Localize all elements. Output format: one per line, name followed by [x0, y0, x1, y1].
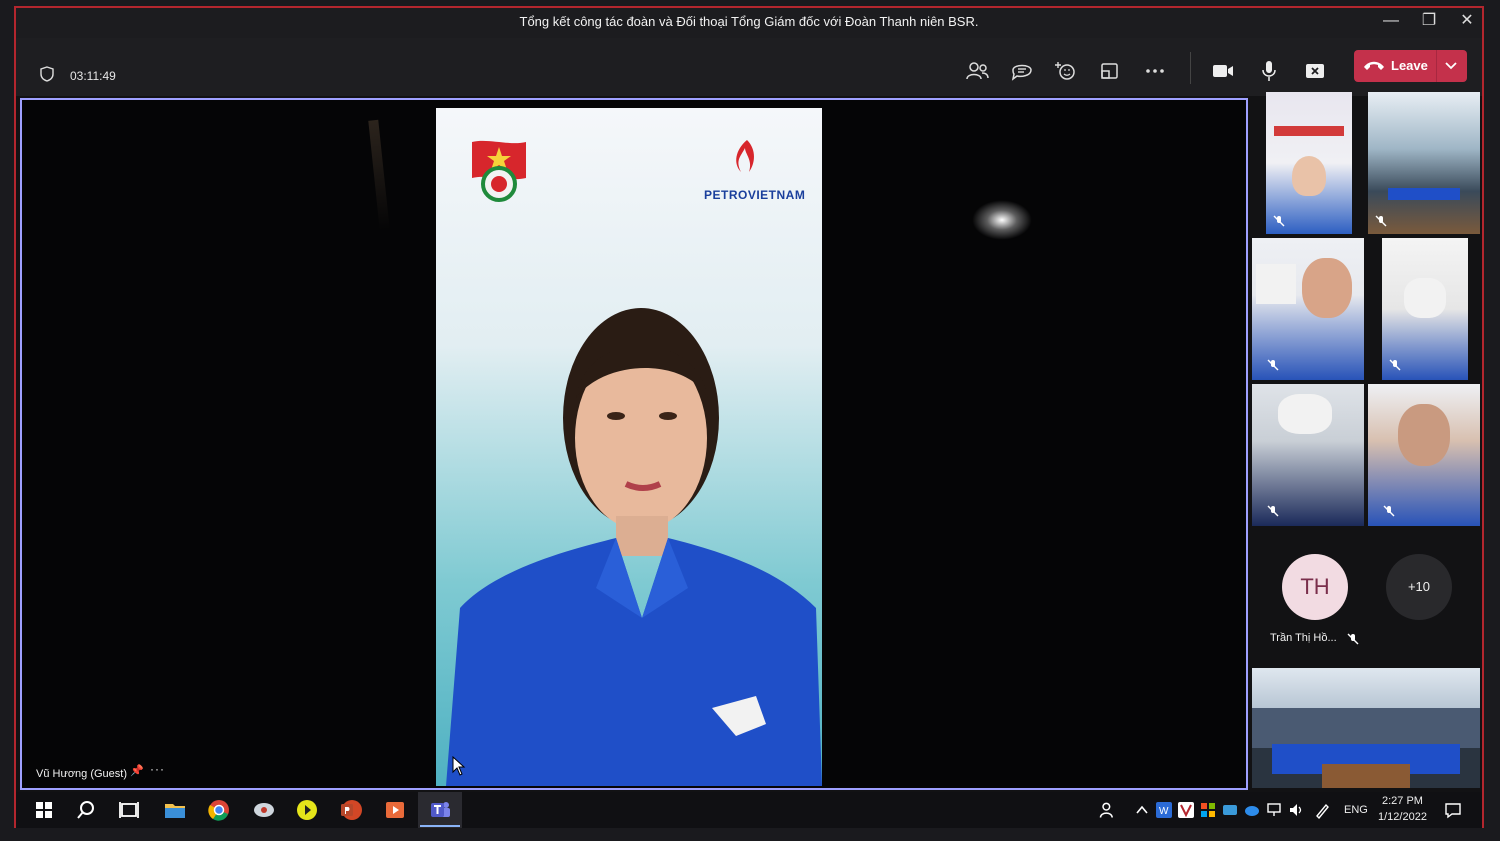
participant-mask — [1404, 278, 1446, 318]
mic-off-icon — [1273, 215, 1285, 227]
mouse-cursor-icon — [452, 756, 466, 776]
network-icon[interactable] — [1266, 802, 1282, 818]
cloud-icon[interactable] — [1244, 802, 1260, 818]
speaker-more-button[interactable]: ··· — [150, 762, 165, 776]
participant-tile[interactable] — [1368, 92, 1480, 234]
task-view-icon[interactable] — [117, 798, 141, 822]
monitor-frame: Tổng kết công tác đoàn và Đối thoại Tổng… — [0, 0, 1500, 841]
mic-off-icon — [1375, 215, 1387, 227]
chrome-icon[interactable] — [207, 798, 231, 822]
pen-icon[interactable] — [1314, 801, 1332, 819]
leave-button[interactable]: Leave — [1354, 50, 1467, 82]
title-bar: Tổng kết công tác đoàn và Đối thoại Tổng… — [16, 8, 1482, 38]
mic-off-icon — [1383, 505, 1395, 517]
share-screen-icon[interactable] — [1302, 58, 1328, 84]
mic-off-icon — [1389, 359, 1401, 371]
video-app-icon[interactable] — [383, 798, 407, 822]
banner-stripe — [1274, 126, 1344, 136]
clock-date[interactable]: 1/12/2022 — [1378, 811, 1427, 823]
svg-text:W: W — [1159, 806, 1169, 817]
powerpoint-icon[interactable] — [339, 798, 363, 822]
meeting-toolbar: 03:11:49 Leave — [16, 38, 1482, 96]
reflection-streak — [368, 119, 390, 231]
language-indicator[interactable]: ENG — [1344, 804, 1368, 816]
leave-label: Leave — [1391, 58, 1428, 73]
network-drive-icon[interactable] — [1222, 802, 1238, 818]
participant-avatar[interactable]: TH — [1282, 554, 1348, 620]
word-icon[interactable]: W — [1156, 802, 1172, 818]
participant-face — [1398, 404, 1450, 466]
office-icon[interactable] — [1200, 802, 1216, 818]
room-ceiling — [1252, 668, 1480, 708]
antivirus-icon[interactable] — [1178, 802, 1194, 818]
participant-name: Trần Thị Hồ... — [1270, 632, 1337, 644]
minimize-button[interactable]: — — [1374, 10, 1408, 32]
people-icon[interactable] — [1098, 800, 1118, 820]
meeting-timer: 03:11:49 — [70, 69, 116, 83]
media-player-icon[interactable] — [295, 798, 319, 822]
speaker-video: PETROVIETNAM — [436, 108, 822, 786]
petrovietnam-logo-text: PETROVIETNAM — [704, 188, 806, 202]
close-button[interactable]: ✕ — [1450, 10, 1484, 32]
restore-button[interactable]: ❐ — [1412, 10, 1446, 32]
search-icon[interactable] — [74, 798, 98, 822]
room-wall — [1252, 708, 1480, 748]
participant-tile[interactable] — [1382, 238, 1468, 380]
chevron-down-icon[interactable] — [1444, 60, 1458, 72]
volume-icon[interactable] — [1288, 802, 1304, 818]
chat-icon[interactable] — [1009, 58, 1035, 84]
participant-face — [1292, 156, 1326, 196]
app-icon[interactable] — [252, 798, 276, 822]
participant-mask — [1278, 394, 1332, 434]
leave-divider — [1436, 50, 1437, 82]
share-tray-icon[interactable] — [1097, 58, 1123, 84]
camera-icon[interactable] — [1210, 58, 1236, 84]
meeting-title: Tổng kết công tác đoàn và Đối thoại Tổng… — [519, 14, 979, 29]
more-actions-icon[interactable] — [1142, 58, 1168, 84]
mic-off-icon — [1267, 505, 1279, 517]
speaker-portrait — [446, 308, 822, 786]
file-explorer-icon[interactable] — [163, 798, 187, 822]
shield-icon — [40, 66, 54, 82]
reactions-icon[interactable] — [1053, 58, 1079, 84]
microphone-icon[interactable] — [1256, 58, 1282, 84]
light-reflection — [972, 200, 1032, 240]
mic-off-icon — [1347, 633, 1359, 645]
participant-tile[interactable] — [1266, 92, 1352, 234]
room-seat-row — [1388, 188, 1460, 200]
notification-icon[interactable] — [1444, 801, 1462, 819]
phone-hangup-icon — [1364, 61, 1384, 70]
youth-union-logo-icon — [472, 140, 526, 202]
teams-active-indicator — [420, 825, 460, 827]
more-participants-button[interactable]: +10 — [1386, 554, 1452, 620]
clock-time[interactable]: 2:27 PM — [1382, 795, 1423, 807]
mic-off-icon — [1267, 359, 1279, 371]
toolbar-separator — [1190, 52, 1191, 84]
petrovietnam-flame-icon — [736, 140, 754, 172]
participant-tile[interactable] — [1368, 384, 1480, 526]
banner-area — [1256, 264, 1296, 304]
room-video-tile[interactable] — [1252, 668, 1480, 788]
room-table — [1322, 764, 1410, 788]
chevron-up-icon[interactable] — [1134, 802, 1150, 818]
participant-face — [1302, 258, 1352, 318]
participant-tile[interactable] — [1252, 238, 1364, 380]
main-video-stage[interactable]: PETROVIETNAM Vũ Hương (Guest) 📌 ··· — [20, 98, 1248, 790]
teams-window: Tổng kết công tác đoàn và Đối thoại Tổng… — [14, 6, 1484, 828]
pin-icon[interactable]: 📌 — [130, 764, 144, 777]
participant-tile[interactable] — [1252, 384, 1364, 526]
windows-taskbar: W ENG 2:27 PM 1/12/2022 — [16, 792, 1482, 828]
speaker-name-label: Vũ Hương (Guest) — [36, 768, 127, 780]
start-icon[interactable] — [32, 798, 56, 822]
participants-icon[interactable] — [964, 58, 990, 84]
teams-icon[interactable] — [428, 798, 452, 822]
